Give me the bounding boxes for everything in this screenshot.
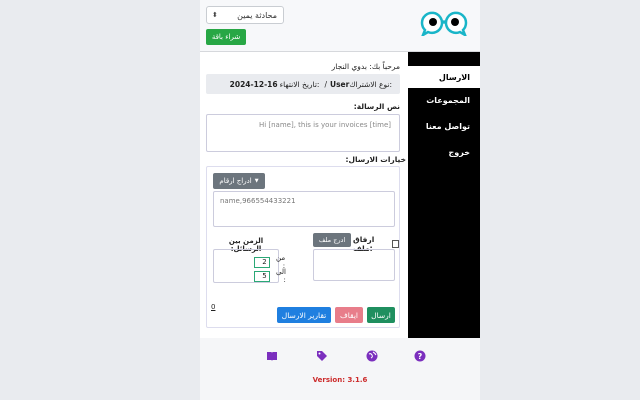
book-icon[interactable] xyxy=(266,350,278,362)
globe-icon[interactable] xyxy=(366,350,378,362)
sent-counter: 0 xyxy=(211,303,216,311)
from-input[interactable]: 2 xyxy=(254,256,270,268)
welcome-text: مرحباً بك: بدوي النجار xyxy=(331,62,400,71)
caret-down-icon: ▼ xyxy=(254,178,259,184)
numbers-textarea[interactable]: name,966554433221 xyxy=(213,191,395,227)
top-bar: محادثة يمين ⬍ شراء باقة xyxy=(200,0,480,52)
tags-icon[interactable] xyxy=(316,350,328,362)
options-label: خيارات الارسال: xyxy=(345,155,407,164)
expiry-label: تاريخ الانتهاء: xyxy=(279,79,320,89)
message-textarea[interactable]: Hi [name], this is your invoices [time] xyxy=(206,114,400,152)
sidebar-item-groups[interactable]: المجموعات xyxy=(426,96,470,105)
dialect-value: محادثة يمين xyxy=(237,10,277,20)
message-label: نص الرسالة: xyxy=(353,102,400,111)
dialect-select[interactable]: محادثة يمين ⬍ xyxy=(206,6,284,24)
subscription-label: نوع الاشتراك: xyxy=(349,79,392,89)
insert-numbers-label: ادراج ارقام xyxy=(219,177,252,185)
time-between-box: من : 2 الى : 5 xyxy=(213,249,286,284)
stop-button[interactable]: ايقاف xyxy=(335,307,363,323)
add-file-button[interactable]: ادرج ملف xyxy=(313,233,351,247)
footer: ? Version: 3.1.6 xyxy=(200,338,480,400)
to-input[interactable]: 5 xyxy=(254,270,270,282)
buy-package-button[interactable]: شراء باقة xyxy=(206,29,246,45)
subscription-separator: / xyxy=(324,79,327,89)
chevron-down-icon: ⬍ xyxy=(212,11,218,19)
send-form: مرحباً بك: بدوي النجار 2024-12-16 تاريخ … xyxy=(200,52,408,338)
help-icon[interactable]: ? xyxy=(414,350,426,362)
attachment-dropzone[interactable] xyxy=(313,249,395,281)
svg-text:?: ? xyxy=(418,352,423,361)
sidebar-item-contact[interactable]: تواصل معنا xyxy=(426,122,470,131)
send-options-box: ادراج ارقام ▼ name,966554433221 ادرج ملف… xyxy=(206,166,400,328)
sidebar-item-send[interactable]: الارسال xyxy=(408,66,480,88)
expiry-date: 2024-12-16 xyxy=(229,79,278,89)
version-text: Version: 3.1.6 xyxy=(312,376,368,384)
subscription-info: 2024-12-16 تاريخ الانتهاء: / User نوع ال… xyxy=(206,74,400,94)
send-button[interactable]: ارسال xyxy=(367,307,395,323)
chat-bubbles-logo xyxy=(420,11,468,36)
extension-panel: محادثة يمين ⬍ شراء باقة مرحباً بك: بدوي … xyxy=(200,0,480,400)
attach-checkbox[interactable] xyxy=(392,240,399,248)
sidebar: الارسال المجموعات تواصل معنا خروج xyxy=(408,52,480,338)
sidebar-item-logout[interactable]: خروج xyxy=(449,148,470,157)
insert-numbers-button[interactable]: ادراج ارقام ▼ xyxy=(213,173,265,189)
subscription-type: User xyxy=(329,79,350,89)
to-row: الى : 5 xyxy=(254,268,286,284)
to-label: الى : xyxy=(275,268,286,284)
send-reports-button[interactable]: تقارير الارسال xyxy=(277,307,331,323)
